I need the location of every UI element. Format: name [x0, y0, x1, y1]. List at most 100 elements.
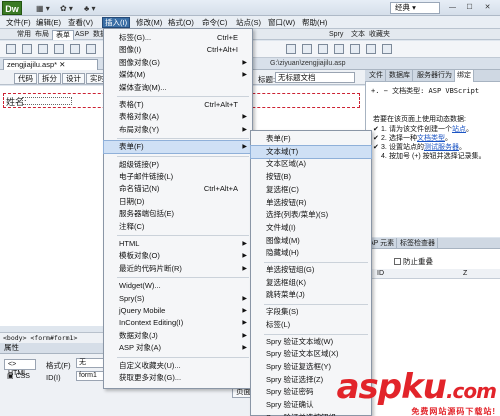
close-icon[interactable]: ✕: [481, 3, 494, 13]
menu-edit[interactable]: 编辑(E): [34, 17, 63, 28]
insert-menu-item-21[interactable]: 最近的代码片断(R) ▶: [104, 263, 252, 275]
insert-tab-favorites[interactable]: 收藏夹: [366, 30, 393, 40]
insert-menu-item-10[interactable]: 表单(F) ▶: [103, 140, 253, 155]
insert-menu-item-17[interactable]: 注释(C): [104, 221, 252, 233]
insert-menu-item-6[interactable]: 表格(T) Ctrl+Alt+T: [104, 99, 252, 111]
code-view-button[interactable]: 代码: [14, 73, 37, 84]
col-id[interactable]: ID: [377, 269, 384, 279]
split-view-button[interactable]: 拆分: [38, 73, 61, 84]
insert-menu-item-26[interactable]: InContext Editing(I) ▶: [104, 317, 252, 329]
prevent-overlap-checkbox[interactable]: 防止重叠: [394, 256, 433, 267]
insert-tab-layout[interactable]: 布局: [32, 30, 52, 40]
insert-tab-common[interactable]: 常用: [14, 30, 34, 40]
site-button[interactable]: ♣ ▾: [84, 3, 96, 14]
insert-menu-item-31[interactable]: 获取更多对象(G)...: [104, 372, 252, 384]
name-text-field[interactable]: [22, 97, 72, 105]
css-mode-button[interactable]: ▣ CSS: [4, 372, 36, 383]
form-submenu-item-19[interactable]: Spry 验证文本区域(X): [251, 348, 371, 360]
spry-confirm-icon[interactable]: [366, 44, 376, 54]
design-view-button[interactable]: 设计: [62, 73, 85, 84]
hidden-field-icon[interactable]: [38, 44, 48, 54]
close-tab-icon[interactable]: ✕: [59, 60, 65, 69]
col-z[interactable]: Z: [463, 269, 467, 279]
insert-menu-item-25[interactable]: jQuery Mobile ▶: [104, 305, 252, 317]
form-submenu-item-8[interactable]: 图像域(M): [251, 235, 371, 247]
insert-menu-item-4[interactable]: 媒体查询(M)...: [104, 82, 252, 94]
insert-menu-item-0[interactable]: 标签(G)... Ctrl+E: [104, 32, 252, 44]
form-submenu-item-6[interactable]: 选择(列表/菜单)(S): [251, 209, 371, 221]
spry-checkbox-icon[interactable]: [318, 44, 328, 54]
form-submenu-item-1[interactable]: 文本域(T): [250, 144, 372, 159]
menu-format[interactable]: 格式(O): [166, 17, 196, 28]
panel-tab-files[interactable]: 文件: [367, 70, 386, 82]
menu-window[interactable]: 窗口(W): [266, 17, 297, 28]
form-submenu-item-18[interactable]: Spry 验证文本域(W): [251, 336, 371, 348]
workspace-switcher[interactable]: 经典 ▾: [390, 2, 440, 14]
minimize-icon[interactable]: —: [446, 3, 459, 13]
panel-tab-server-behaviors[interactable]: 服务器行为: [415, 70, 455, 82]
insert-menu-item-3[interactable]: 媒体(M) ▶: [104, 69, 252, 81]
menu-file[interactable]: 文件(F): [4, 17, 33, 28]
remove-binding-button[interactable]: −: [384, 87, 388, 95]
form-submenu-item-12[interactable]: 复选框组(K): [251, 277, 371, 289]
insert-menu-item-1[interactable]: 图像(I) Ctrl+Alt+I: [104, 44, 252, 56]
insert-menu-item-7[interactable]: 表格对象(A) ▶: [104, 111, 252, 123]
form-submenu-item-4[interactable]: 复选框(C): [251, 184, 371, 196]
form-submenu-item-0[interactable]: 表单(F): [251, 133, 371, 145]
form-submenu-item-11[interactable]: 单选按钮组(G): [251, 264, 371, 276]
add-binding-button[interactable]: +.: [371, 87, 379, 95]
spry-select-icon[interactable]: [334, 44, 344, 54]
spry-radio-icon[interactable]: [382, 44, 392, 54]
insert-tab-spry[interactable]: Spry: [326, 30, 346, 40]
site-link[interactable]: 站点: [452, 126, 466, 133]
insert-menu-item-20[interactable]: 模板对象(O) ▶: [104, 250, 252, 262]
insert-menu-item-23[interactable]: Widget(W)...: [104, 280, 252, 292]
form-submenu-item-15[interactable]: 字段集(S): [251, 306, 371, 318]
checkbox-icon[interactable]: [70, 44, 80, 54]
document-tab[interactable]: zengjiajilu.asp* ✕: [3, 59, 98, 70]
insert-tab-text[interactable]: 文本: [348, 30, 368, 40]
insert-menu-item-30[interactable]: 自定义收藏夹(U)...: [104, 360, 252, 372]
insert-menu-item-8[interactable]: 布局对象(Y) ▶: [104, 124, 252, 136]
insert-tab-form[interactable]: 表单: [52, 30, 74, 40]
menu-site[interactable]: 站点(S): [234, 17, 263, 28]
form-submenu-item-16[interactable]: 标签(L): [251, 319, 371, 331]
radio-icon[interactable]: [86, 44, 96, 54]
spry-password-icon[interactable]: [350, 44, 360, 54]
text-field-icon[interactable]: [22, 44, 32, 54]
menu-modify[interactable]: 修改(M): [134, 17, 164, 28]
insert-menu-item-2[interactable]: 图像对象(G) ▶: [104, 57, 252, 69]
insert-menu-item-28[interactable]: ASP 对象(A) ▶: [104, 342, 252, 354]
html-mode-button[interactable]: <> HTML: [4, 359, 36, 377]
spry-textarea-icon[interactable]: [302, 44, 312, 54]
spry-text-icon[interactable]: [286, 44, 296, 54]
checkbox-icon[interactable]: [394, 258, 401, 265]
form-submenu-item-9[interactable]: 隐藏域(H): [251, 247, 371, 259]
maximize-icon[interactable]: ☐: [463, 3, 476, 13]
test-server-link[interactable]: 测试服务器: [424, 144, 459, 151]
panel-tab-databases[interactable]: 数据库: [387, 70, 413, 82]
menu-help[interactable]: 帮助(H): [300, 17, 329, 28]
insert-menu-item-16[interactable]: 服务器端包括(E): [104, 208, 252, 220]
insert-menu-item-15[interactable]: 日期(D): [104, 196, 252, 208]
layout-switcher-button[interactable]: ▦ ▾: [36, 3, 50, 14]
insert-menu-item-14[interactable]: 命名锚记(N) Ctrl+Alt+A: [104, 183, 252, 195]
form-submenu-item-2[interactable]: 文本区域(A): [251, 158, 371, 170]
insert-menu-item-27[interactable]: 数据对象(J) ▶: [104, 330, 252, 342]
form-submenu-item-13[interactable]: 跳转菜单(J): [251, 289, 371, 301]
doc-type-link[interactable]: 文档类型: [417, 135, 445, 142]
insert-menu-item-13[interactable]: 电子邮件链接(L): [104, 171, 252, 183]
menu-insert[interactable]: 插入(I): [102, 17, 131, 28]
insert-tab-asp[interactable]: ASP: [72, 30, 92, 40]
insert-menu-item-24[interactable]: Spry(S) ▶: [104, 293, 252, 305]
insert-menu-item-12[interactable]: 超级链接(P): [104, 159, 252, 171]
form-submenu-item-7[interactable]: 文件域(I): [251, 222, 371, 234]
panel-tab-bindings[interactable]: 绑定: [455, 70, 474, 82]
menu-view[interactable]: 查看(V): [66, 17, 95, 28]
insert-menu-item-19[interactable]: HTML ▶: [104, 238, 252, 250]
panel-tab-tag-inspector[interactable]: 标签检查器: [398, 238, 438, 249]
textarea-icon[interactable]: [54, 44, 64, 54]
menu-commands[interactable]: 命令(C): [200, 17, 229, 28]
form-icon[interactable]: [6, 44, 16, 54]
extend-dreamweaver-button[interactable]: ✿ ▾: [60, 3, 73, 14]
